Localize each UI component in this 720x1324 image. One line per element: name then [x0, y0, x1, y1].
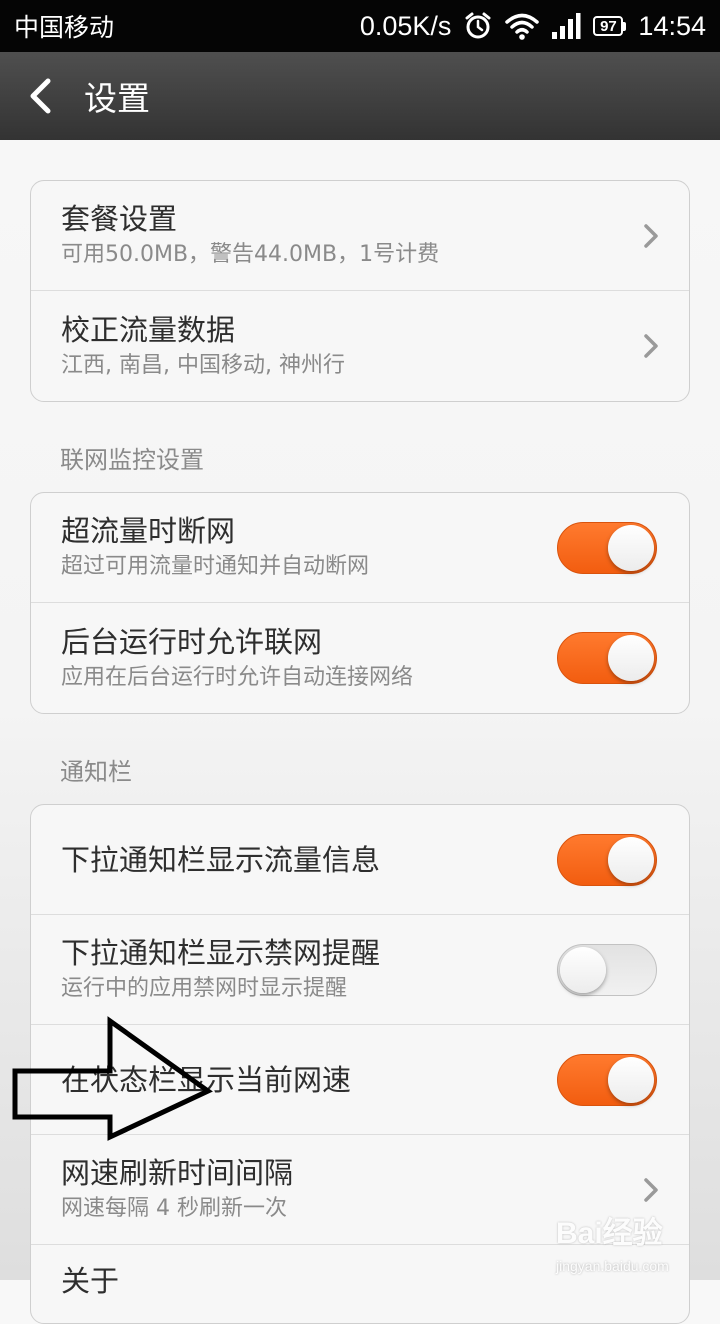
row-title: 在状态栏显示当前网速 — [61, 1062, 352, 1097]
back-button[interactable] — [28, 76, 60, 116]
carrier-name: 中国移动 — [14, 14, 115, 42]
row-subtitle: 江西, 南昌, 中国移动, 神州行 — [61, 352, 345, 378]
row-title: 下拉通知栏显示流量信息 — [61, 842, 381, 877]
row-title: 校正流量数据 — [61, 312, 236, 347]
row-subtitle: 可用50.0MB，警告44.0MB，1号计费 — [61, 242, 440, 267]
show-net-speed-toggle[interactable] — [557, 1053, 657, 1106]
row-title: 关于 — [61, 1264, 120, 1298]
row-title: 网速刷新时间间隔 — [61, 1156, 294, 1190]
row-subtitle: 运行中的应用禁网时显示提醒 — [61, 976, 348, 1001]
chevron-right-icon — [644, 223, 658, 248]
wifi-icon — [505, 13, 540, 40]
alarm-icon — [465, 12, 491, 39]
monitor-settings-card: 超流量时断网 超过可用流量时通知并自动断网 后台运行时允许联网 应用在后台运行时… — [30, 492, 690, 714]
battery-icon: 97 — [593, 16, 627, 36]
section-header-monitor: 联网监控设置 — [60, 446, 204, 474]
clock: 14:54 — [638, 10, 706, 41]
title-bar: 设置 — [0, 52, 720, 140]
chevron-right-icon — [644, 1177, 658, 1202]
show-block-alert-toggle[interactable] — [557, 943, 657, 996]
row-title: 后台运行时允许联网 — [61, 624, 323, 659]
status-bar: 中国移动 0.05K/s 97 14:54 — [0, 0, 720, 52]
show-traffic-toggle[interactable] — [557, 833, 657, 886]
signal-icon — [552, 13, 581, 39]
status-indicators: 0.05K/s 97 14:54 — [360, 11, 706, 42]
row-subtitle: 网速每隔 4 秒刷新一次 — [61, 1196, 287, 1221]
calibrate-data-row[interactable]: 校正流量数据 江西, 南昌, 中国移动, 神州行 — [31, 291, 689, 401]
row-title: 下拉通知栏显示禁网提醒 — [61, 936, 381, 970]
watermark-site: jingyan.baidu.com — [556, 1258, 669, 1274]
section-header-notification: 通知栏 — [60, 758, 132, 786]
watermark-brand: Bai经验 — [556, 1217, 663, 1250]
row-title: 套餐设置 — [61, 202, 178, 236]
battery-level: 97 — [593, 16, 624, 36]
show-traffic-row[interactable]: 下拉通知栏显示流量信息 — [31, 805, 689, 915]
plan-settings-card: 套餐设置 可用50.0MB，警告44.0MB，1号计费 校正流量数据 江西, 南… — [30, 180, 690, 402]
row-subtitle: 应用在后台运行时允许自动连接网络 — [61, 664, 414, 690]
show-net-speed-row[interactable]: 在状态栏显示当前网速 — [31, 1025, 689, 1135]
overlimit-disconnect-row[interactable]: 超流量时断网 超过可用流量时通知并自动断网 — [31, 493, 689, 603]
chevron-right-icon — [644, 334, 658, 358]
show-block-alert-row[interactable]: 下拉通知栏显示禁网提醒 运行中的应用禁网时显示提醒 — [31, 915, 689, 1025]
background-network-row[interactable]: 后台运行时允许联网 应用在后台运行时允许自动连接网络 — [31, 603, 689, 713]
network-speed: 0.05K/s — [359, 10, 452, 41]
overlimit-disconnect-toggle[interactable] — [557, 521, 657, 574]
row-title: 超流量时断网 — [61, 514, 236, 548]
row-subtitle: 超过可用流量时通知并自动断网 — [61, 554, 370, 579]
plan-settings-row[interactable]: 套餐设置 可用50.0MB，警告44.0MB，1号计费 — [31, 181, 689, 291]
back-arrow-icon — [30, 78, 51, 114]
watermark: Bai经验 jingyan.baidu.com — [556, 1208, 706, 1274]
background-network-toggle[interactable] — [557, 632, 657, 684]
page-title: 设置 — [84, 79, 150, 118]
